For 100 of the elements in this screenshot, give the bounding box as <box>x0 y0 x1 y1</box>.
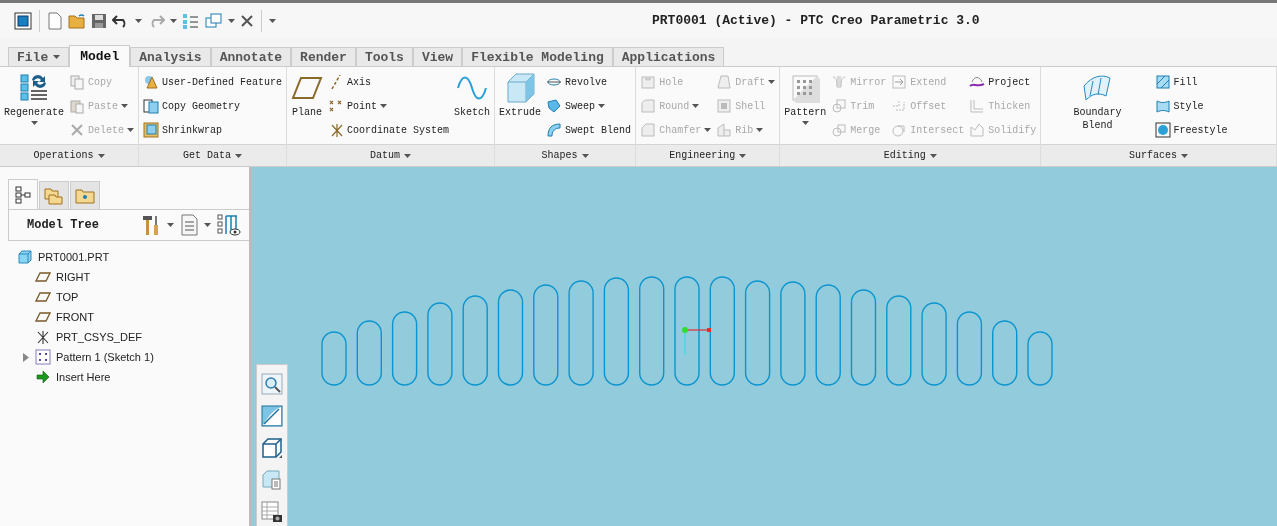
rib-icon <box>716 122 733 138</box>
tree-item[interactable]: Pattern 1 (Sketch 1) <box>56 351 154 363</box>
group-label[interactable]: Get Data <box>139 144 287 166</box>
window-icon[interactable] <box>14 11 32 30</box>
tools-icon[interactable] <box>141 214 161 236</box>
ribbon-button[interactable]: User-Defined Feature <box>142 70 284 94</box>
caret-icon <box>97 153 105 158</box>
regenerate-icon <box>18 72 50 104</box>
tree-columns-icon[interactable] <box>217 214 241 236</box>
table-camera-icon[interactable] <box>261 501 283 523</box>
caret-icon <box>167 223 174 227</box>
ribbon-tab[interactable]: Applications <box>612 47 725 66</box>
caret-icon <box>929 153 937 158</box>
ribbon-tab[interactable]: Model <box>69 45 131 67</box>
shell-icon <box>716 98 733 114</box>
swept-blend-icon <box>546 122 563 138</box>
ribbon-button[interactable]: Style <box>1153 94 1273 118</box>
expand-arrow-icon[interactable] <box>22 352 30 362</box>
ribbon-button[interactable]: Pattern <box>783 70 828 142</box>
ribbon-tab[interactable]: Annotate <box>210 47 292 66</box>
cube-icon <box>504 72 537 104</box>
tree-item[interactable]: TOP <box>56 291 79 303</box>
ribbon-button[interactable]: Fill <box>1153 70 1273 94</box>
repaint-icon[interactable] <box>261 405 283 427</box>
caret-icon <box>1181 153 1189 158</box>
grid-icon <box>789 72 822 104</box>
trim-icon <box>831 98 848 114</box>
caret-icon <box>204 223 211 227</box>
ribbon-button[interactable]: Shrinkwrap <box>142 118 284 142</box>
tree-item[interactable]: Insert Here <box>56 371 111 383</box>
ribbon-tab[interactable]: Analysis <box>130 47 211 66</box>
ribbon-button[interactable]: Axis <box>327 70 451 94</box>
ribbon-tab[interactable]: Tools <box>355 47 413 66</box>
ribbon-button[interactable]: Swept Blend <box>545 118 633 142</box>
ribbon-button[interactable]: Regenerate <box>3 70 65 142</box>
caret-icon <box>170 18 177 23</box>
coordinate-axes-drawing <box>682 327 711 356</box>
tree-item[interactable]: PRT_CSYS_DEF <box>56 331 142 343</box>
ribbon-button[interactable]: Boundary Blend <box>1044 70 1151 142</box>
file-menu[interactable]: File <box>8 47 70 66</box>
cone-icon <box>143 74 159 90</box>
datum-plane-icon <box>35 269 51 285</box>
hole-icon <box>640 74 657 90</box>
group-label[interactable]: Editing <box>780 144 1041 166</box>
ribbon-tab[interactable]: Render <box>291 47 356 66</box>
delete-icon <box>69 122 85 138</box>
ribbon-button[interactable]: Project <box>968 70 1038 94</box>
group-label[interactable]: Operations <box>0 144 138 166</box>
caret-icon <box>739 153 747 158</box>
ribbon-button[interactable]: Extrude <box>498 70 543 142</box>
sweep-icon <box>546 98 563 114</box>
windows-icon[interactable] <box>205 12 223 29</box>
zoom-icon[interactable] <box>261 373 283 395</box>
navigator-tab[interactable] <box>8 179 38 209</box>
solidify-icon <box>969 122 986 138</box>
new-file-icon[interactable] <box>47 11 63 30</box>
cube-icon[interactable] <box>261 437 283 459</box>
surface-icon <box>1154 98 1171 114</box>
ribbon-button[interactable]: Sketch <box>453 70 492 142</box>
surface-icon <box>1081 72 1114 104</box>
extend-icon <box>891 74 908 90</box>
datum-plane-icon <box>35 289 51 305</box>
ribbon-button[interactable]: Plane <box>290 70 325 142</box>
close-window-icon[interactable] <box>240 13 254 28</box>
ribbon-button[interactable]: Revolve <box>545 70 633 94</box>
group-label[interactable]: Surfaces <box>1041 144 1276 166</box>
fill-icon <box>1154 74 1171 90</box>
ribbon-button[interactable]: Copy Geometry <box>142 94 284 118</box>
group-label[interactable]: Shapes <box>495 144 636 166</box>
list-settings-icon[interactable] <box>180 214 198 236</box>
chamfer-icon <box>640 122 657 138</box>
caret-icon <box>235 153 243 158</box>
datum-plane-icon <box>35 309 51 325</box>
regenerate-icon[interactable] <box>182 11 200 30</box>
open-folder-icon[interactable] <box>68 12 86 29</box>
coordinate-system-icon <box>35 329 51 345</box>
copy-geometry-icon <box>143 98 159 114</box>
ribbon-button[interactable]: Coordinate System <box>327 118 451 142</box>
ribbon-tab[interactable]: View <box>412 47 463 66</box>
tree-item[interactable]: FRONT <box>56 311 94 323</box>
cube-icon <box>17 249 33 265</box>
group-label[interactable]: Datum <box>287 144 495 166</box>
ribbon-button[interactable]: Sweep <box>545 94 633 118</box>
ribbon-button[interactable]: Freestyle <box>1153 118 1273 142</box>
caret-icon <box>135 18 142 23</box>
tree-item[interactable]: PRT0001.PRT <box>38 251 110 263</box>
caret-icon <box>53 55 61 59</box>
paste-icon <box>69 98 85 114</box>
navigator-tab[interactable] <box>70 181 100 209</box>
ribbon-tab[interactable]: Flexible Modeling <box>462 47 613 66</box>
save-icon[interactable] <box>91 12 107 29</box>
intersect-icon <box>891 122 908 138</box>
pattern-icon <box>35 349 51 365</box>
ribbon-button[interactable]: Point <box>327 94 451 118</box>
group-label[interactable]: Engineering <box>636 144 780 166</box>
draft-icon <box>716 74 733 90</box>
shrinkwrap-icon <box>143 122 159 138</box>
tree-item[interactable]: RIGHT <box>56 271 91 283</box>
caret-icon <box>228 18 235 23</box>
saved-views-icon[interactable] <box>261 469 283 491</box>
